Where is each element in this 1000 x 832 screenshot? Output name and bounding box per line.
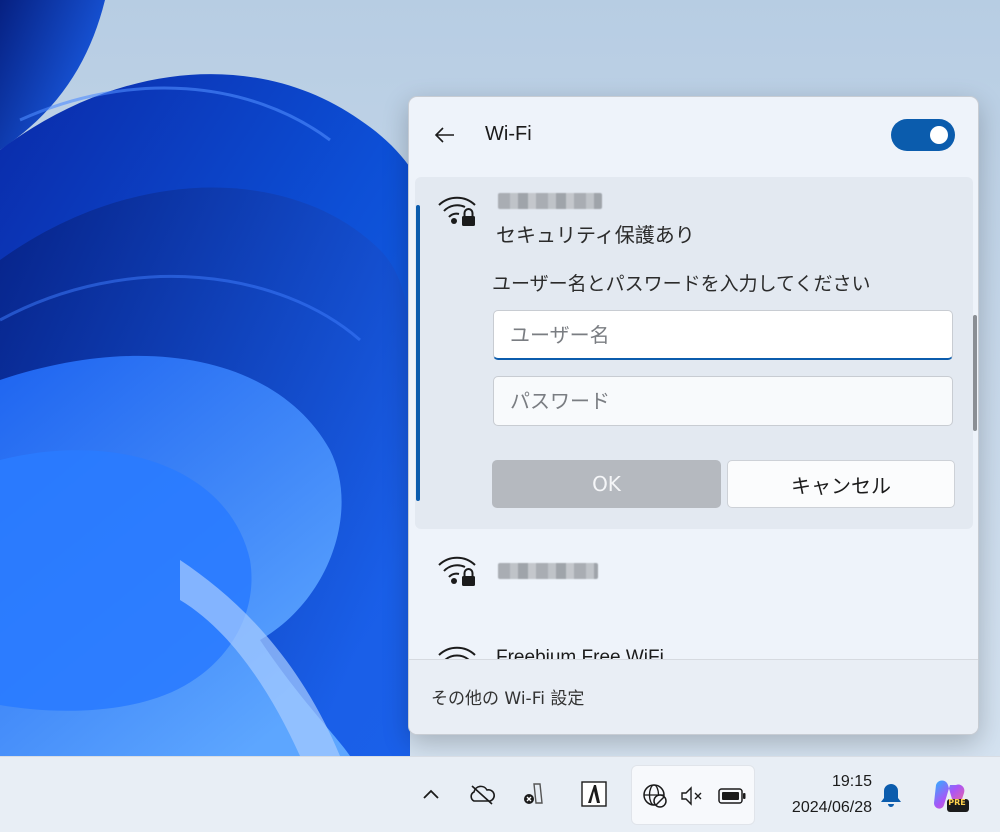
copilot-pre-badge: PRE — [948, 798, 966, 807]
clock-date: 2024/06/28 — [791, 799, 872, 816]
quick-settings-button[interactable] — [631, 765, 755, 825]
wifi-toggle[interactable] — [891, 119, 955, 151]
panel-footer: その他の Wi-Fi 設定 — [409, 659, 978, 734]
clock[interactable]: 19:15 2024/06/28 — [764, 769, 872, 821]
panel-title: Wi-Fi — [485, 123, 532, 145]
onedrive-tray-button[interactable] — [466, 779, 498, 809]
network-ssid-redacted — [498, 193, 602, 209]
copilot-button[interactable]: PRE — [928, 773, 972, 817]
battery-icon — [718, 788, 746, 804]
username-field[interactable] — [493, 310, 953, 360]
chevron-up-icon — [423, 789, 439, 799]
credentials-prompt: ユーザー名とパスワードを入力してください — [492, 273, 871, 295]
network-item[interactable]: Freebium Free WiFi — [415, 627, 973, 659]
ok-button[interactable]: OK — [492, 460, 721, 508]
app-tray-button[interactable] — [518, 779, 548, 809]
toggle-knob — [930, 126, 948, 144]
wifi-secured-icon — [438, 196, 476, 226]
panel-header: Wi-Fi — [409, 97, 978, 175]
clock-time: 19:15 — [831, 773, 872, 790]
selection-indicator — [416, 205, 420, 501]
font-app-tray-button[interactable] — [579, 779, 609, 809]
wifi-flyout-panel: Wi-Fi セキュリティ保護あり ユーザー名とパスワードを入力してください ユー… — [408, 96, 979, 735]
more-wifi-settings-link[interactable]: その他の Wi-Fi 設定 — [431, 684, 584, 709]
password-input[interactable] — [494, 377, 952, 425]
wifi-secured-icon — [438, 556, 476, 586]
back-arrow-icon — [434, 127, 454, 143]
network-item[interactable] — [415, 537, 973, 617]
network-disconnected-icon — [643, 784, 667, 808]
copilot-pre-icon — [934, 780, 969, 812]
scrollbar-thumb[interactable] — [973, 315, 977, 431]
taskbar: 19:15 2024/06/28 PRE — [0, 756, 1000, 832]
show-hidden-icons-button[interactable] — [417, 779, 445, 809]
network-item-expanded: セキュリティ保護あり ユーザー名とパスワードを入力してください OK キャンセル — [415, 177, 973, 529]
username-input[interactable] — [494, 311, 952, 358]
volume-muted-icon — [681, 786, 702, 806]
network-ssid: Freebium Free WiFi — [496, 647, 664, 659]
password-field[interactable] — [493, 376, 953, 426]
network-ssid-redacted — [498, 563, 598, 579]
network-security-status: セキュリティ保護あり — [496, 223, 695, 247]
font-app-icon — [581, 781, 607, 807]
wifi-icon — [438, 646, 476, 659]
network-list: セキュリティ保護あり ユーザー名とパスワードを入力してください OK キャンセル — [409, 177, 978, 659]
cancel-button[interactable]: キャンセル — [727, 460, 955, 508]
notifications-button[interactable] — [876, 779, 906, 811]
onedrive-offline-icon — [470, 785, 495, 805]
notification-bell-icon — [881, 784, 901, 807]
back-button[interactable] — [429, 119, 461, 151]
app-error-icon — [524, 783, 543, 804]
